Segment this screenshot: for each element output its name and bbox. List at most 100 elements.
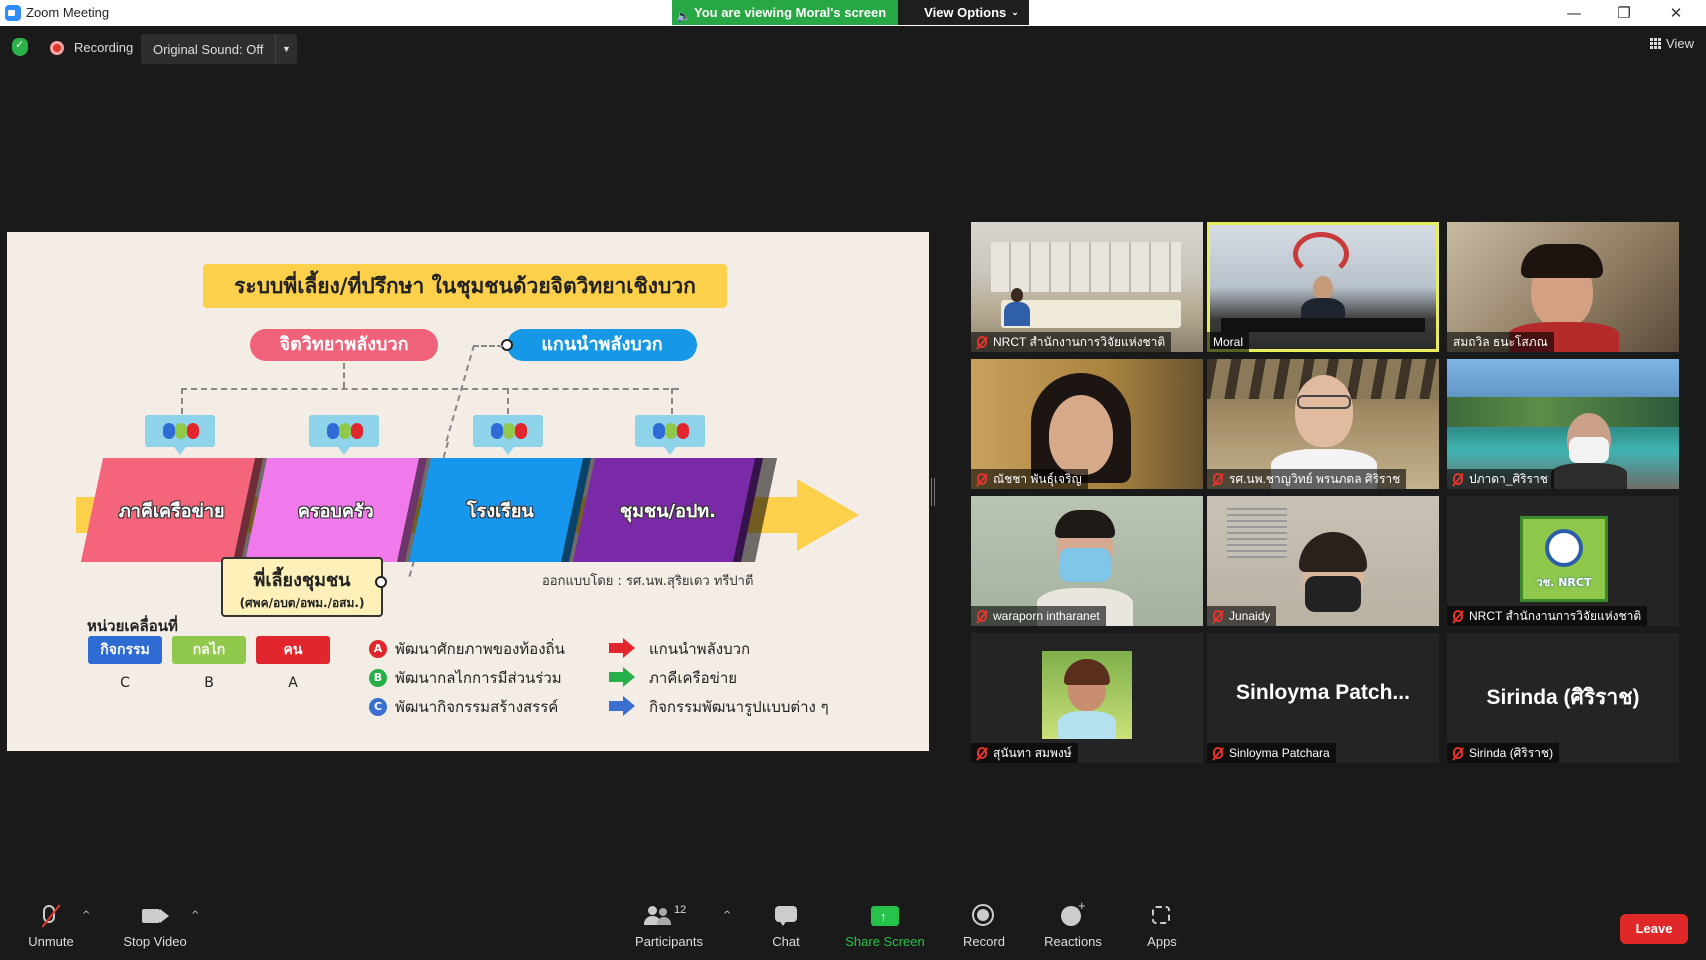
- original-sound-button[interactable]: Original Sound: Off ▼: [141, 34, 297, 64]
- participants-button[interactable]: 12 Participants: [624, 904, 714, 949]
- arrow-right-icon: [609, 667, 635, 687]
- mic-muted-icon: [1453, 747, 1463, 759]
- zoom-window: Zoom Meeting — ❐ ✕ 🔈 You are viewing Mor…: [0, 0, 1706, 960]
- legend-row-a: A พัฒนาศักยภาพของท้องถิ่น: [369, 637, 565, 661]
- view-button[interactable]: View: [1650, 36, 1694, 51]
- mic-muted-icon: [1453, 473, 1463, 485]
- participant-name: สุนันทา สมพงษ์: [993, 746, 1072, 760]
- dashed-connector: [181, 388, 183, 414]
- video-tile[interactable]: สมถวิล ธนะโสภณ: [1447, 222, 1679, 352]
- segment-community: ชุมชน/อปท.: [572, 458, 764, 562]
- video-tile[interactable]: ณัชชา พันธุ์เจริญ: [971, 359, 1203, 489]
- participant-name: Moral: [1213, 335, 1244, 349]
- leave-button[interactable]: Leave: [1620, 914, 1688, 944]
- dashed-connector: [181, 388, 679, 390]
- record-icon: [939, 904, 1029, 930]
- video-tile[interactable]: วช. NRCT NRCT สำนักงานการวิจัยแห่งชาติ: [1447, 496, 1679, 626]
- dashed-connector: [343, 363, 345, 388]
- grid-view-icon: [1650, 38, 1662, 49]
- participants-caret-icon[interactable]: ^: [723, 910, 731, 921]
- restore-icon[interactable]: ❐: [1604, 2, 1644, 24]
- participants-icon: 12: [624, 904, 714, 930]
- mic-muted-icon: [1213, 747, 1223, 759]
- face-mask: [1305, 576, 1361, 612]
- design-credit: ออกแบบโดย : รศ.นพ.สุริยเดว ทรีปาตี: [542, 574, 754, 589]
- participant-name: สมถวิล ธนะโสภณ: [1453, 335, 1548, 349]
- face-mask: [1569, 437, 1609, 463]
- unit-mechanism: กลไก: [172, 636, 246, 664]
- recording-label: Recording: [74, 40, 134, 55]
- participant-name: Junaidy: [1229, 609, 1271, 623]
- dashed-connector: [473, 345, 503, 347]
- participant-name: waraporn intharanet: [993, 609, 1100, 623]
- viewing-banner: 🔈 You are viewing Moral's screen View Op…: [672, 0, 1029, 25]
- video-tile[interactable]: รศ.นพ.ชาญวิทย์ พรนภดล ศิริราช: [1207, 359, 1439, 489]
- recording-indicator: Recording: [50, 40, 133, 55]
- participant-name: Sinloyma Patchara: [1229, 746, 1330, 760]
- stop-video-button[interactable]: Stop Video: [110, 904, 200, 949]
- mic-muted-icon: [977, 336, 987, 348]
- unit-activity: กิจกรรม: [88, 636, 162, 664]
- mic-muted-icon: [977, 473, 987, 485]
- shared-screen-slide: ระบบพี่เลี้ยง/ที่ปรึกษา ในชุมชนด้วยจิตวิ…: [7, 232, 929, 751]
- mic-muted-icon: [1213, 473, 1223, 485]
- video-tile[interactable]: Sirinda (ศิริราช) Sirinda (ศิริราช): [1447, 633, 1679, 763]
- mobile-unit-title: หน่วยเคลื่อนที่: [87, 617, 178, 635]
- video-tile[interactable]: ปภาดา_ศิริราช: [1447, 359, 1679, 489]
- apps-button[interactable]: Apps: [1117, 904, 1207, 949]
- mentor-connector-dot: [375, 576, 387, 588]
- video-tile[interactable]: waraporn intharanet: [971, 496, 1203, 626]
- unit-tag: [309, 415, 379, 455]
- apps-icon: [1117, 904, 1207, 930]
- window-title: Zoom Meeting: [26, 5, 110, 20]
- unit-tag: [145, 415, 215, 455]
- participant-name: ณัชชา พันธุ์เจริญ: [993, 472, 1082, 486]
- dashed-connector: [445, 344, 475, 442]
- minimize-icon[interactable]: —: [1554, 2, 1594, 24]
- participant-name: Sirinda (ศิริราช): [1469, 746, 1554, 760]
- video-tile[interactable]: สุนันทา สมพงษ์: [971, 633, 1203, 763]
- unit-people: คน: [256, 636, 330, 664]
- mic-muted-icon: [977, 747, 987, 759]
- legend-row-b: B พัฒนากลไกการมีส่วนร่วม: [369, 666, 562, 690]
- logo-backdrop: [1293, 232, 1349, 276]
- positive-psychology-pill: จิตวิทยาพลังบวก: [250, 329, 438, 361]
- video-camera-icon: [110, 904, 200, 930]
- chevron-down-icon: ⌄: [1011, 7, 1019, 17]
- unit-tag: [473, 415, 543, 455]
- reactions-button[interactable]: + Reactions: [1028, 898, 1118, 949]
- glasses: [1297, 395, 1351, 409]
- video-options-caret-icon[interactable]: ^: [191, 910, 199, 921]
- participant-name: ปภาดา_ศิริราช: [1469, 472, 1548, 486]
- participant-name: NRCT สำนักงานการวิจัยแห่งชาติ: [1469, 609, 1642, 623]
- view-options-button[interactable]: View Options ⌄: [898, 0, 1029, 25]
- video-tile[interactable]: Sinloyma Patch... Sinloyma Patchara: [1207, 633, 1439, 763]
- video-tile[interactable]: Junaidy: [1207, 496, 1439, 626]
- participant-name: รศ.นพ.ชาญวิทย์ พรนภดล ศิริราช: [1229, 472, 1401, 486]
- share-screen-button[interactable]: ↑ Share Screen: [840, 904, 930, 949]
- close-icon[interactable]: ✕: [1656, 2, 1696, 24]
- nrct-logo: วช. NRCT: [1520, 516, 1608, 602]
- mic-muted-icon: [1213, 610, 1223, 622]
- slide-title: ระบบพี่เลี้ยง/ที่ปรึกษา ในชุมชนด้วยจิตวิ…: [203, 264, 727, 308]
- video-tile-active-speaker[interactable]: Moral: [1207, 222, 1439, 352]
- chat-button[interactable]: Chat: [741, 904, 831, 949]
- unit-tag: [635, 415, 705, 455]
- security-shield-icon[interactable]: [12, 38, 28, 56]
- participant-count: 12: [674, 904, 687, 916]
- share-screen-icon: ↑: [840, 904, 930, 930]
- resize-splitter[interactable]: [931, 478, 935, 506]
- viewing-text: You are viewing Moral's screen: [694, 5, 887, 20]
- speaker-icon: 🔈: [676, 9, 691, 23]
- chat-bubble-icon: [741, 904, 831, 930]
- record-button[interactable]: Record: [939, 904, 1029, 949]
- participant-display-name: Sinloyma Patch...: [1236, 681, 1410, 704]
- legend-row-c: C พัฒนากิจกรรมสร้างสรรค์: [369, 695, 558, 719]
- mic-muted-icon: [1453, 610, 1463, 622]
- audio-options-caret-icon[interactable]: ^: [82, 910, 90, 921]
- arrow-right-icon: [609, 638, 635, 658]
- video-tile[interactable]: NRCT สำนักงานการวิจัยแห่งชาติ: [971, 222, 1203, 352]
- original-sound-dropdown-icon[interactable]: ▼: [275, 34, 297, 64]
- smiley-icon: +: [1028, 898, 1118, 930]
- community-mentor-box: พี่เลี้ยงชุมชน (ศพค/อบต/อพม./อสม.): [221, 557, 383, 617]
